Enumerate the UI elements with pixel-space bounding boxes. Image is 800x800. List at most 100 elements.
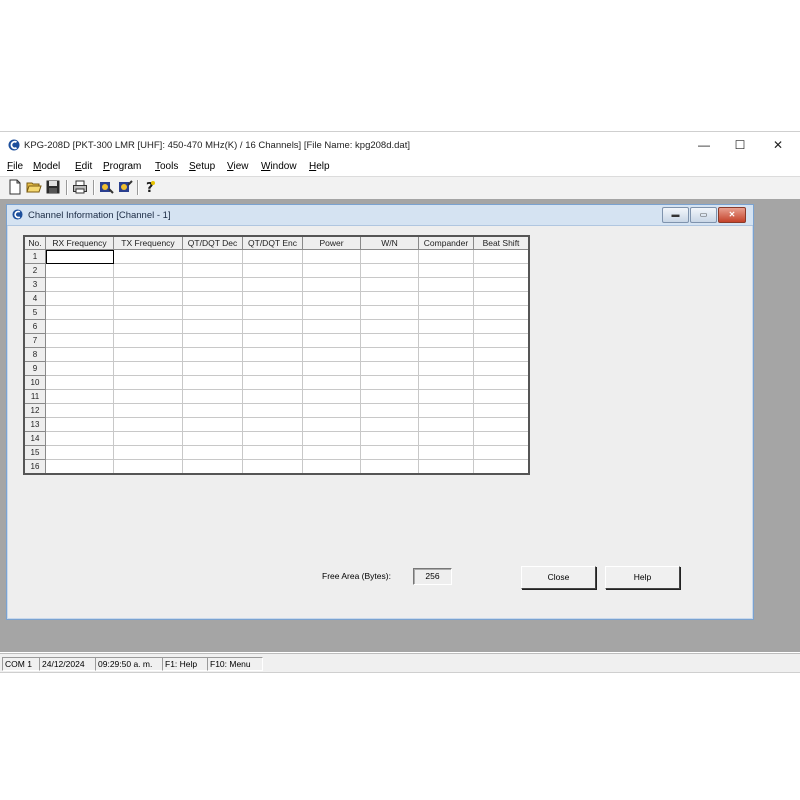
grid-cell[interactable]	[473, 277, 530, 292]
grid-cell[interactable]	[113, 333, 183, 348]
child-close-button[interactable]: ✕	[718, 207, 746, 223]
grid-cell[interactable]	[182, 319, 243, 334]
grid-cell[interactable]	[113, 249, 183, 264]
grid-cell[interactable]	[360, 333, 419, 348]
grid-cell[interactable]	[182, 417, 243, 432]
grid-cell[interactable]	[302, 361, 361, 376]
grid-cell[interactable]	[182, 389, 243, 404]
menu-view[interactable]: View	[227, 161, 249, 172]
grid-cell[interactable]	[242, 403, 303, 418]
grid-cell[interactable]	[418, 305, 474, 320]
grid-cell[interactable]	[473, 305, 530, 320]
grid-cell[interactable]	[113, 361, 183, 376]
row-number[interactable]: 5	[23, 305, 46, 320]
grid-cell[interactable]	[242, 277, 303, 292]
grid-cell[interactable]	[302, 291, 361, 306]
grid-cell[interactable]	[473, 445, 530, 460]
write-radio-icon[interactable]	[117, 179, 133, 195]
grid-cell[interactable]	[45, 375, 114, 390]
grid-cell[interactable]	[182, 291, 243, 306]
grid-cell[interactable]	[182, 277, 243, 292]
grid-cell[interactable]	[302, 403, 361, 418]
grid-cell[interactable]	[360, 403, 419, 418]
grid-cell[interactable]	[302, 459, 361, 475]
grid-cell[interactable]	[182, 375, 243, 390]
grid-cell[interactable]	[242, 417, 303, 432]
grid-cell[interactable]	[473, 361, 530, 376]
grid-cell[interactable]	[45, 333, 114, 348]
grid-cell[interactable]	[302, 417, 361, 432]
grid-cell[interactable]	[418, 249, 474, 264]
print-icon[interactable]	[72, 179, 88, 195]
column-header-wn[interactable]: W/N	[360, 235, 419, 250]
save-disk-icon[interactable]	[45, 179, 61, 195]
grid-cell[interactable]	[45, 361, 114, 376]
grid-cell[interactable]	[360, 319, 419, 334]
close-window-button[interactable]: ✕	[760, 134, 796, 156]
row-number[interactable]: 15	[23, 445, 46, 460]
menu-tools[interactable]: Tools	[155, 161, 178, 172]
child-maximize-button[interactable]: ▭	[690, 207, 717, 223]
grid-cell[interactable]	[182, 445, 243, 460]
row-number[interactable]: 7	[23, 333, 46, 348]
help-question-icon[interactable]: ?	[142, 179, 158, 195]
grid-cell[interactable]	[113, 263, 183, 278]
grid-cell[interactable]	[242, 459, 303, 475]
grid-cell[interactable]	[418, 291, 474, 306]
column-header-qt-dqt-dec[interactable]: QT/DQT Dec	[182, 235, 243, 250]
grid-cell[interactable]	[182, 361, 243, 376]
grid-cell[interactable]	[418, 319, 474, 334]
grid-cell[interactable]	[45, 263, 114, 278]
column-header-beat-shift[interactable]: Beat Shift	[473, 235, 530, 250]
new-file-icon[interactable]	[7, 179, 23, 195]
row-number[interactable]: 8	[23, 347, 46, 362]
grid-cell[interactable]	[418, 459, 474, 475]
grid-cell[interactable]	[45, 431, 114, 446]
grid-cell[interactable]	[242, 249, 303, 264]
row-number[interactable]: 12	[23, 403, 46, 418]
column-header-rx-frequency[interactable]: RX Frequency	[45, 235, 114, 250]
grid-cell[interactable]	[418, 375, 474, 390]
grid-cell[interactable]	[242, 347, 303, 362]
grid-cell[interactable]	[182, 431, 243, 446]
grid-cell[interactable]	[473, 291, 530, 306]
grid-cell[interactable]	[360, 347, 419, 362]
menu-window[interactable]: Window	[261, 161, 297, 172]
grid-cell[interactable]	[473, 347, 530, 362]
menu-help[interactable]: Help	[309, 161, 330, 172]
grid-cell[interactable]	[302, 445, 361, 460]
column-header-compander[interactable]: Compander	[418, 235, 474, 250]
grid-cell[interactable]	[418, 389, 474, 404]
column-header-power[interactable]: Power	[302, 235, 361, 250]
grid-cell[interactable]	[242, 361, 303, 376]
row-number[interactable]: 3	[23, 277, 46, 292]
grid-cell[interactable]	[45, 445, 114, 460]
grid-cell[interactable]	[360, 445, 419, 460]
open-folder-icon[interactable]	[26, 179, 42, 195]
grid-cell[interactable]	[360, 375, 419, 390]
row-number[interactable]: 9	[23, 361, 46, 376]
column-header-tx-frequency[interactable]: TX Frequency	[113, 235, 183, 250]
grid-cell[interactable]	[113, 445, 183, 460]
grid-cell[interactable]	[45, 389, 114, 404]
row-number[interactable]: 1	[23, 249, 46, 264]
grid-cell[interactable]	[473, 431, 530, 446]
grid-cell[interactable]	[45, 277, 114, 292]
grid-cell[interactable]	[418, 445, 474, 460]
grid-cell[interactable]	[360, 305, 419, 320]
grid-cell[interactable]	[45, 249, 114, 264]
grid-cell[interactable]	[242, 319, 303, 334]
grid-cell[interactable]	[473, 319, 530, 334]
grid-cell[interactable]	[302, 305, 361, 320]
grid-cell[interactable]	[113, 305, 183, 320]
grid-cell[interactable]	[473, 403, 530, 418]
grid-cell[interactable]	[113, 347, 183, 362]
grid-cell[interactable]	[242, 263, 303, 278]
grid-cell[interactable]	[360, 431, 419, 446]
minimize-button[interactable]: —	[686, 134, 722, 156]
grid-cell[interactable]	[360, 389, 419, 404]
menu-edit[interactable]: Edit	[75, 161, 92, 172]
row-number[interactable]: 11	[23, 389, 46, 404]
grid-cell[interactable]	[113, 375, 183, 390]
row-number[interactable]: 16	[23, 459, 46, 475]
